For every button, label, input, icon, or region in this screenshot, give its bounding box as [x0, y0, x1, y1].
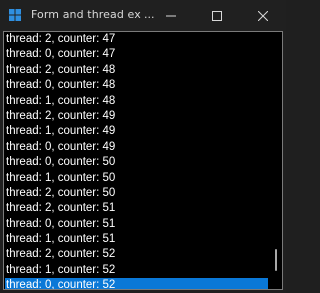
- list-item[interactable]: thread: 1, counter: 50: [5, 171, 269, 186]
- list-item[interactable]: thread: 0, counter: 47: [5, 47, 269, 62]
- list-item[interactable]: thread: 0, counter: 49: [5, 140, 269, 155]
- list-item[interactable]: thread: 2, counter: 50: [5, 186, 269, 201]
- minimize-button[interactable]: [148, 0, 194, 31]
- list-items-container: thread: 2, counter: 47 thread: 0, counter…: [5, 32, 269, 289]
- close-button[interactable]: [240, 0, 286, 31]
- maximize-icon: [212, 10, 222, 21]
- list-item[interactable]: thread: 2, counter: 51: [5, 201, 269, 216]
- list-item[interactable]: thread: 0, counter: 50: [5, 155, 269, 170]
- vertical-scrollbar[interactable]: [268, 32, 282, 289]
- minimize-icon: [166, 15, 176, 16]
- list-item[interactable]: thread: 1, counter: 52: [5, 263, 269, 278]
- window-title: Form and thread ex: [31, 8, 141, 21]
- scrollbar-thumb[interactable]: [275, 249, 277, 271]
- close-icon: [258, 10, 268, 21]
- list-item[interactable]: thread: 1, counter: 48: [5, 94, 269, 109]
- title-bar[interactable]: Form and thread ex ...: [0, 0, 286, 31]
- list-item[interactable]: thread: 0, counter: 51: [5, 217, 269, 232]
- thread-listbox[interactable]: thread: 2, counter: 47 thread: 0, counter…: [3, 31, 283, 290]
- list-item[interactable]: thread: 2, counter: 48: [5, 63, 269, 78]
- list-item[interactable]: thread: 1, counter: 49: [5, 124, 269, 139]
- app-window: Form and thread ex ... thread: 2, counte…: [0, 0, 286, 293]
- maximize-button[interactable]: [194, 0, 240, 31]
- list-item[interactable]: thread: 2, counter: 47: [5, 32, 269, 47]
- list-item-selected[interactable]: thread: 0, counter: 52: [5, 278, 269, 289]
- list-item[interactable]: thread: 0, counter: 48: [5, 78, 269, 93]
- list-item[interactable]: thread: 2, counter: 52: [5, 247, 269, 262]
- app-icon: [9, 9, 21, 21]
- list-item[interactable]: thread: 1, counter: 51: [5, 232, 269, 247]
- list-item[interactable]: thread: 2, counter: 49: [5, 109, 269, 124]
